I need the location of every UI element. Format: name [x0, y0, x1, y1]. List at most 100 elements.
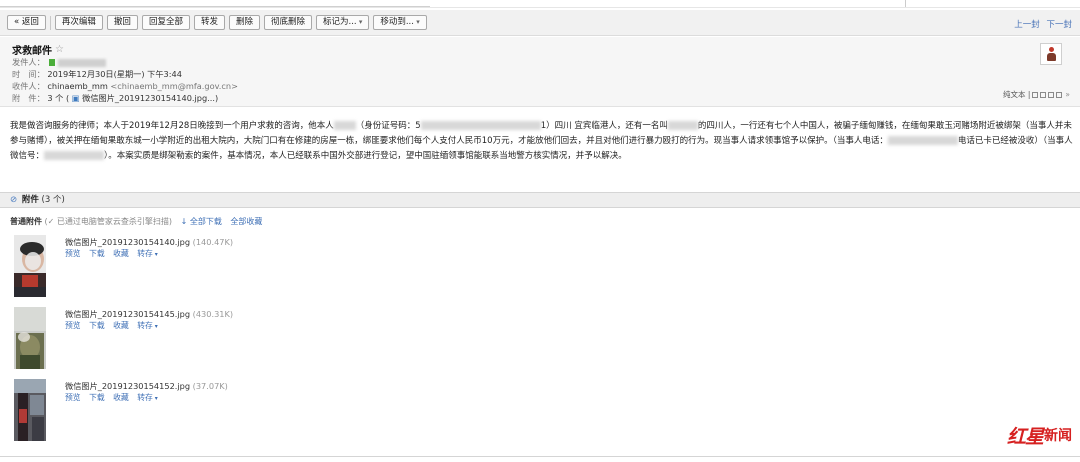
recipient-name[interactable]: chinaemb_mm: [47, 81, 107, 91]
forward-button[interactable]: 转发: [193, 15, 225, 30]
image-file-icon: ▣: [71, 93, 80, 103]
download-all-link[interactable]: ↓ 全部下载: [181, 217, 222, 226]
recipient-address: <chinaemb_mm@mfa.gov.cn>: [110, 81, 238, 91]
copy-icon[interactable]: [1048, 91, 1055, 98]
mark-as-menu[interactable]: 标记为...: [316, 15, 370, 30]
paperclip-icon: ⊘: [10, 195, 18, 205]
next-mail-link[interactable]: 下一封: [1046, 20, 1072, 30]
attachment-actions: 预览 下载 收藏 转存: [65, 248, 164, 259]
recall-button[interactable]: 撤回: [106, 15, 138, 30]
print-icon[interactable]: [1056, 91, 1063, 98]
file-size: (430.31K): [192, 309, 234, 319]
time-label: 时 间：: [12, 69, 45, 79]
time-value: 2019年12月30日(星期一) 下午3:44: [47, 69, 182, 79]
save-link[interactable]: 收藏: [113, 321, 129, 330]
attachment-thumbnail[interactable]: [14, 307, 46, 369]
subject-text: 求救邮件: [12, 45, 52, 57]
attachment-summary-row: 附 件： 3 个 ( ▣ 微信图片_20191230154140.jpg...): [12, 92, 1068, 104]
prev-mail-link[interactable]: 上一封: [1014, 20, 1040, 30]
attachment-first-file[interactable]: 微信图片_20191230154140.jpg...): [82, 93, 218, 103]
header-tools: 纯文本 | »: [1003, 89, 1070, 100]
download-link[interactable]: 下载: [89, 393, 105, 402]
file-size: (37.07K): [192, 381, 228, 391]
re-edit-button[interactable]: 再次编辑: [54, 15, 103, 30]
from-row: 发件人：: [12, 56, 1068, 68]
attachment-filename: 微信图片_20191230154152.jpg (37.07K): [65, 380, 228, 392]
attachment-actions: 预览 下载 收藏 转存: [65, 320, 164, 331]
attachment-actions: 预览 下载 收藏 转存: [65, 392, 164, 403]
toolbar-divider: [49, 15, 51, 30]
top-tab-area: [0, 0, 430, 7]
file-name[interactable]: 微信图片_20191230154145.jpg: [65, 309, 190, 319]
top-strip: [0, 0, 1080, 8]
top-right-area: [905, 0, 1080, 7]
redacted-sender: [57, 58, 106, 67]
attachment-thumbnail[interactable]: [14, 379, 46, 441]
print-preview-icon[interactable]: [1040, 91, 1047, 98]
save-link[interactable]: 收藏: [113, 249, 129, 258]
to-label: 收件人：: [12, 81, 45, 91]
attachment-title: 附件: [21, 195, 39, 205]
attachment-item: 微信图片_20191230154145.jpg (430.31K) 预览 下载 …: [14, 307, 534, 369]
red-star-news-watermark: 红星 新闻: [1006, 424, 1072, 448]
preview-link[interactable]: 预览: [65, 249, 81, 258]
watermark-logo-text: 红星: [1006, 425, 1044, 448]
download-link[interactable]: 下载: [89, 249, 105, 258]
mail-toolbar: « 返回 再次编辑 撤回 回复全部 转发 删除 彻底删除 标记为... 移动到.…: [0, 10, 1080, 36]
sender-badge-icon: [49, 59, 56, 66]
body-paragraph: 我是做咨询服务的律师；本人于2019年12月28日晚接到一个用户求救的咨询，他本…: [10, 119, 1075, 164]
preview-link[interactable]: 预览: [65, 321, 81, 330]
save-to-dropdown[interactable]: 转存: [137, 321, 158, 330]
delete-button[interactable]: 删除: [228, 15, 260, 30]
save-to-dropdown[interactable]: 转存: [137, 393, 158, 402]
redacted-phone: [887, 136, 958, 145]
move-to-menu[interactable]: 移动到...: [373, 15, 427, 30]
save-to-dropdown[interactable]: 转存: [137, 249, 158, 258]
file-name[interactable]: 微信图片_20191230154152.jpg: [65, 381, 190, 391]
attachment-item: 微信图片_20191230154140.jpg (140.47K) 预览 下载 …: [14, 235, 534, 297]
back-button[interactable]: « 返回: [7, 15, 46, 30]
attachment-total: (3 个): [41, 195, 65, 205]
body-text-1: 我是做咨询服务的律师；本人于2019年12月28日晚接到一个用户求救的咨询，他本…: [10, 121, 334, 131]
time-row: 时 间： 2019年12月30日(星期一) 下午3:44: [12, 68, 1068, 80]
reply-all-button[interactable]: 回复全部: [141, 15, 190, 30]
attachment-item: 微信图片_20191230154152.jpg (37.07K) 预览 下载 收…: [14, 379, 534, 441]
new-window-icon[interactable]: [1032, 91, 1039, 98]
attachment-subheader: 普通附件 (✓ 已通过电脑管家云查杀引擎扫描) ↓ 全部下载 全部收藏: [10, 216, 262, 227]
download-link[interactable]: 下载: [89, 321, 105, 330]
preview-link[interactable]: 预览: [65, 393, 81, 402]
from-label: 发件人：: [12, 57, 45, 67]
redacted-id: [420, 121, 541, 130]
attachment-filename: 微信图片_20191230154145.jpg (430.31K): [65, 308, 233, 320]
mail-subject: 求救邮件 ☆: [12, 42, 1068, 57]
star-icon[interactable]: ☆: [55, 44, 64, 55]
normal-attachment-label: 普通附件: [10, 217, 42, 226]
attachment-count: 3 个 (: [47, 93, 70, 103]
collapse-chevron-icon[interactable]: »: [1065, 90, 1070, 99]
to-row: 收件人： chinaemb_mm <chinaemb_mm@mfa.gov.cn…: [12, 80, 1068, 92]
sender-avatar[interactable]: [1040, 43, 1062, 65]
attachment-thumbnail[interactable]: [14, 235, 46, 297]
scan-note: (✓ 已通过电脑管家云查杀引擎扫描): [44, 217, 173, 226]
redacted-name-2: [667, 121, 698, 130]
save-link[interactable]: 收藏: [113, 393, 129, 402]
watermark-news-text: 新闻: [1044, 428, 1072, 444]
redacted-wechat: [44, 151, 105, 160]
file-size: (140.47K): [192, 237, 234, 247]
file-name[interactable]: 微信图片_20191230154140.jpg: [65, 237, 190, 247]
plain-text-link[interactable]: 纯文本 |: [1003, 89, 1030, 100]
redacted-name: [333, 121, 356, 130]
permanent-delete-button[interactable]: 彻底删除: [263, 15, 312, 30]
body-text-3: 1）四川 宜宾临港人，还有一名叫: [540, 121, 668, 131]
attachment-list: 普通附件 (✓ 已通过电脑管家云查杀引擎扫描) ↓ 全部下载 全部收藏 微信图片…: [0, 209, 1080, 457]
attachment-filename: 微信图片_20191230154140.jpg (140.47K): [65, 236, 233, 248]
mail-header: 求救邮件 ☆ 发件人： 时 间： 2019年12月30日(星期一) 下午3:44…: [0, 37, 1080, 107]
mail-navigation: 上一封 下一封: [1010, 18, 1072, 30]
mail-body: 我是做咨询服务的律师；本人于2019年12月28日晚接到一个用户求救的咨询，他本…: [10, 119, 1075, 164]
attachment-section-header: ⊘ 附件 (3 个): [0, 192, 1080, 208]
body-text-2: （身份证号码：5: [355, 121, 421, 131]
body-text-6: ）。本案实质是绑架勒索的案件，基本情况，本人已经联系中国外交部进行登记，望中国驻…: [104, 151, 627, 161]
save-all-link[interactable]: 全部收藏: [230, 217, 262, 226]
avatar-figure-icon: [1046, 46, 1057, 62]
attachment-label: 附 件：: [12, 93, 45, 103]
